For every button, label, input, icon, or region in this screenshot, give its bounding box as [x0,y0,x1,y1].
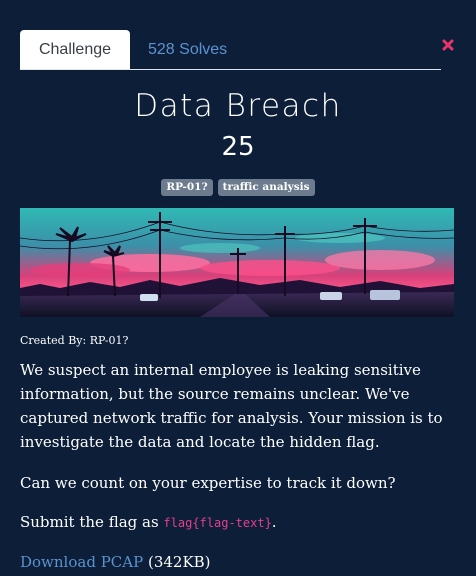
created-by: Created By: RP-01? [20,334,129,347]
close-icon[interactable] [441,38,455,52]
challenge-description: We suspect an internal employee is leaki… [20,361,443,451]
download-pcap-link[interactable]: Download PCAP [20,553,143,571]
tab-bar: Challenge 528 Solves [20,30,441,70]
download-size: (342KB) [143,553,211,571]
tag-list: RP-01? traffic analysis [0,179,476,196]
challenge-question: Can we count on your expertise to track … [20,474,396,492]
challenge-title: Data Breach [134,88,342,124]
challenge-points: 25 [221,132,255,162]
tag-author: RP-01? [161,179,213,196]
challenge-modal: Challenge 528 Solves Data Breach 25 RP-0… [0,0,476,576]
flag-format-code: flag{flag-text} [163,516,272,530]
submit-prefix: Submit the flag as [20,513,164,531]
tag-category: traffic analysis [217,179,315,196]
challenge-banner-image [20,208,454,317]
submit-suffix: . [271,513,277,531]
tab-solves[interactable]: 528 Solves [148,30,227,69]
submit-instructions: Submit the flag as flag{flag-text}. [20,510,460,535]
tab-challenge[interactable]: Challenge [20,30,130,69]
download-row: Download PCAP (342KB) [20,550,460,574]
